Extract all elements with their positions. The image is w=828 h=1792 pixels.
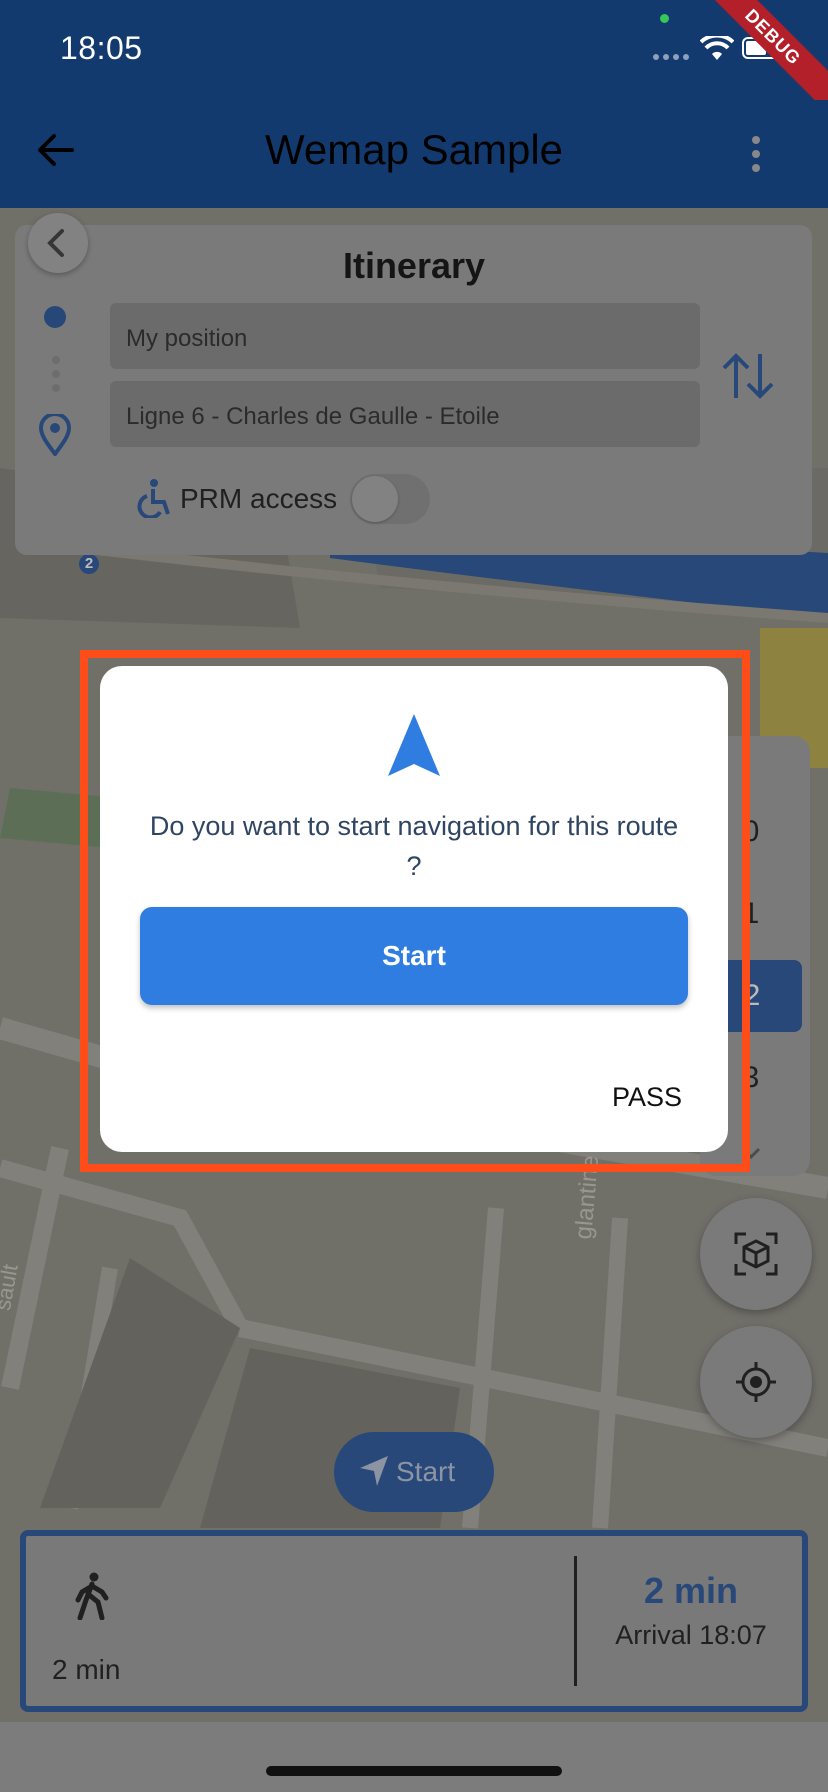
status-bar: 18:05 DEBUG (0, 0, 828, 122)
privacy-indicator-dot (660, 14, 669, 23)
status-time: 18:05 (60, 30, 143, 66)
more-vert-icon[interactable] (746, 134, 766, 174)
cellular-signal-icon (653, 54, 689, 60)
dialog-start-button[interactable]: Start (140, 907, 688, 1005)
home-indicator[interactable] (266, 1766, 562, 1776)
dialog-message: Do you want to start navigation for this… (149, 811, 679, 881)
wifi-icon (700, 36, 734, 60)
dialog-pass-button[interactable]: PASS (612, 1082, 682, 1113)
navigation-arrow-icon (388, 714, 440, 776)
app-title: Wemap Sample (264, 126, 564, 173)
app-bar: Wemap Sample (0, 100, 828, 208)
